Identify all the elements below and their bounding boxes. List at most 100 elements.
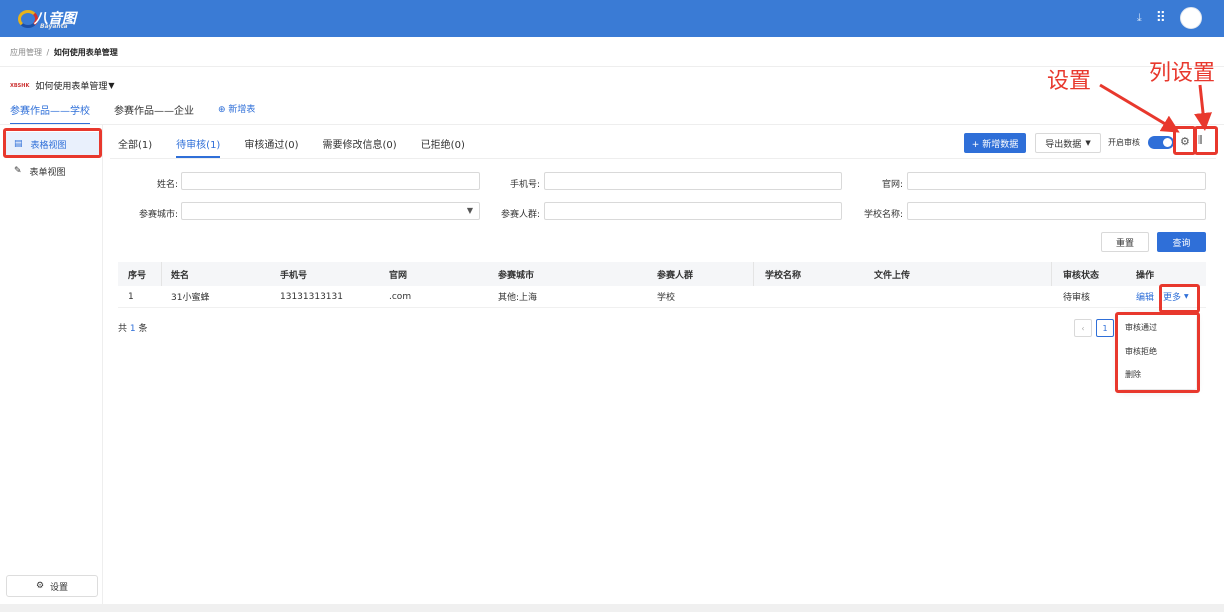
annotation-settings: 设置	[1047, 69, 1092, 94]
sidebar-item-label: 表单视图	[29, 167, 66, 178]
apps-grid-icon[interactable]: ⠿	[1156, 10, 1166, 26]
phone-filter-label: 手机号:	[509, 180, 540, 190]
header-index: 序号	[128, 270, 147, 281]
app-selector[interactable]: XBSHK 如何使用表单管理 ▼	[10, 79, 115, 92]
query-button[interactable]: 查询	[1157, 232, 1206, 252]
breadcrumb-current: 如何使用表单管理	[53, 48, 118, 57]
name-input[interactable]	[181, 172, 480, 190]
sidebar-item-table-view[interactable]: ▤ 表格视图	[4, 132, 100, 156]
sidebar-item-form-view[interactable]: ✎ 表单视图	[4, 159, 100, 183]
column-divider	[1051, 262, 1052, 286]
arrow-settings-icon	[1099, 83, 1180, 133]
divider	[110, 158, 1216, 159]
sidebar: ▤ 表格视图 ✎ 表单视图 ⚙ 设置	[0, 125, 103, 612]
header-city: 参赛城市	[498, 270, 535, 281]
edit-icon: ✎	[14, 166, 22, 176]
breadcrumb-parent[interactable]: 应用管理	[10, 48, 42, 57]
cell-website: .com	[389, 291, 412, 302]
more-label: 更多	[1163, 293, 1182, 303]
tab-approved[interactable]: 审核通过(0)	[244, 136, 298, 158]
breadcrumb-separator: /	[46, 48, 50, 57]
column-settings-icon[interactable]: ⫼	[1198, 135, 1203, 146]
website-input[interactable]	[907, 172, 1206, 190]
caret-down-icon: ▼	[1085, 139, 1091, 147]
add-data-button[interactable]: + 新增数据	[964, 133, 1026, 153]
menu-item-approve[interactable]: 审核通过	[1125, 322, 1157, 333]
more-menu: 审核通过 审核拒绝 删除	[1118, 313, 1196, 389]
cell-index: 1	[128, 291, 134, 302]
phone-input[interactable]	[544, 172, 842, 190]
header-website: 官网	[389, 270, 408, 281]
app-badge: XBSHK	[10, 82, 30, 89]
export-data-button[interactable]: 导出数据 ▼	[1035, 133, 1101, 153]
menu-item-reject[interactable]: 审核拒绝	[1125, 346, 1157, 357]
crowd-input[interactable]	[544, 202, 842, 220]
caret-down-icon: ▼	[108, 81, 115, 90]
settings-gear-icon[interactable]: ⚙	[1180, 135, 1190, 148]
name-filter-label: 姓名:	[156, 180, 178, 190]
settings-button[interactable]: ⚙ 设置	[6, 575, 98, 597]
data-table: 序号 姓名 手机号 官网 参赛城市 参赛人群 学校名称 文件上传 审核状态 操作…	[118, 262, 1206, 308]
header-school: 学校名称	[765, 270, 802, 281]
header-file: 文件上传	[874, 270, 911, 281]
prev-page-button[interactable]: ‹	[1074, 319, 1092, 337]
city-filter-label: 参赛城市:	[138, 210, 178, 220]
download-icon[interactable]: ⤓	[1137, 11, 1142, 25]
tab-pending[interactable]: 待审核(1)	[176, 136, 221, 158]
page-number[interactable]: 1	[1096, 319, 1114, 337]
city-select[interactable]: ▼	[181, 202, 480, 220]
total-number: 1	[129, 324, 136, 334]
edit-link[interactable]: 编辑	[1136, 286, 1154, 307]
caret-down-icon: ▼	[466, 206, 473, 215]
table-header: 序号 姓名 手机号 官网 参赛城市 参赛人群 学校名称 文件上传 审核状态 操作	[118, 262, 1206, 286]
column-divider	[161, 262, 162, 286]
sidebar-item-label: 表格视图	[30, 140, 67, 151]
top-icons: ⤓ ⠿	[1137, 6, 1202, 30]
logo[interactable]: 八音图 Bayanta	[18, 7, 80, 31]
pagination: ‹ 1	[1074, 319, 1114, 337]
app-name: 如何使用表单管理	[35, 82, 108, 92]
header-crowd: 参赛人群	[657, 270, 694, 281]
tab-school[interactable]: 参赛作品——学校	[10, 102, 90, 125]
menu-item-delete[interactable]: 删除	[1125, 369, 1141, 380]
tab-enterprise[interactable]: 参赛作品——企业	[114, 102, 194, 125]
divider	[0, 124, 1224, 125]
top-navbar: 八音图 Bayanta ⤓ ⠿	[0, 0, 1224, 37]
cell-name: 31小蜜蜂	[171, 293, 210, 303]
add-table-label: 新增表	[228, 105, 256, 115]
reset-button[interactable]: 重置	[1101, 232, 1149, 252]
more-dropdown[interactable]: 更多 ▼	[1163, 286, 1189, 307]
school-input[interactable]	[907, 202, 1206, 220]
header-status: 审核状态	[1063, 270, 1100, 281]
breadcrumb: 应用管理 / 如何使用表单管理	[10, 47, 118, 58]
add-table-button[interactable]: ⊕ 新增表	[218, 102, 255, 125]
cell-crowd: 学校	[657, 293, 676, 303]
column-divider	[753, 262, 754, 286]
cell-city: 其他:上海	[498, 293, 538, 303]
logo-subtext: Bayanta	[40, 23, 68, 30]
arrow-column-settings-icon	[1194, 84, 1212, 131]
total-prefix: 共	[118, 324, 128, 334]
plus-circle-icon: ⊕	[218, 105, 226, 115]
tab-all[interactable]: 全部(1)	[118, 136, 152, 158]
website-filter-label: 官网:	[881, 180, 903, 190]
tab-rejected[interactable]: 已拒绝(0)	[421, 136, 465, 158]
header-actions: 操作	[1136, 270, 1155, 281]
app-tabs: 参赛作品——学校 参赛作品——企业 ⊕ 新增表	[10, 102, 255, 125]
header-name: 姓名	[171, 270, 190, 281]
table-icon: ▤	[14, 139, 23, 149]
total-count: 共 1 条	[118, 321, 148, 334]
export-label: 导出数据	[1045, 139, 1082, 150]
table-row: 1 31小蜜蜂 13131313131 .com 其他:上海 学校 待审核 编辑…	[118, 286, 1206, 308]
bottom-bar	[0, 604, 1224, 612]
crowd-filter-label: 参赛人群:	[500, 210, 540, 220]
annotation-column-settings: 列设置	[1149, 61, 1216, 86]
settings-label: 设置	[50, 582, 69, 593]
review-toggle[interactable]	[1148, 136, 1174, 149]
avatar[interactable]	[1180, 7, 1202, 29]
tab-needs-edit[interactable]: 需要修改信息(0)	[323, 136, 397, 158]
divider	[0, 66, 1224, 67]
status-tabs: 全部(1) 待审核(1) 审核通过(0) 需要修改信息(0) 已拒绝(0)	[118, 136, 465, 158]
total-suffix: 条	[138, 324, 148, 334]
gear-icon: ⚙	[35, 581, 45, 591]
